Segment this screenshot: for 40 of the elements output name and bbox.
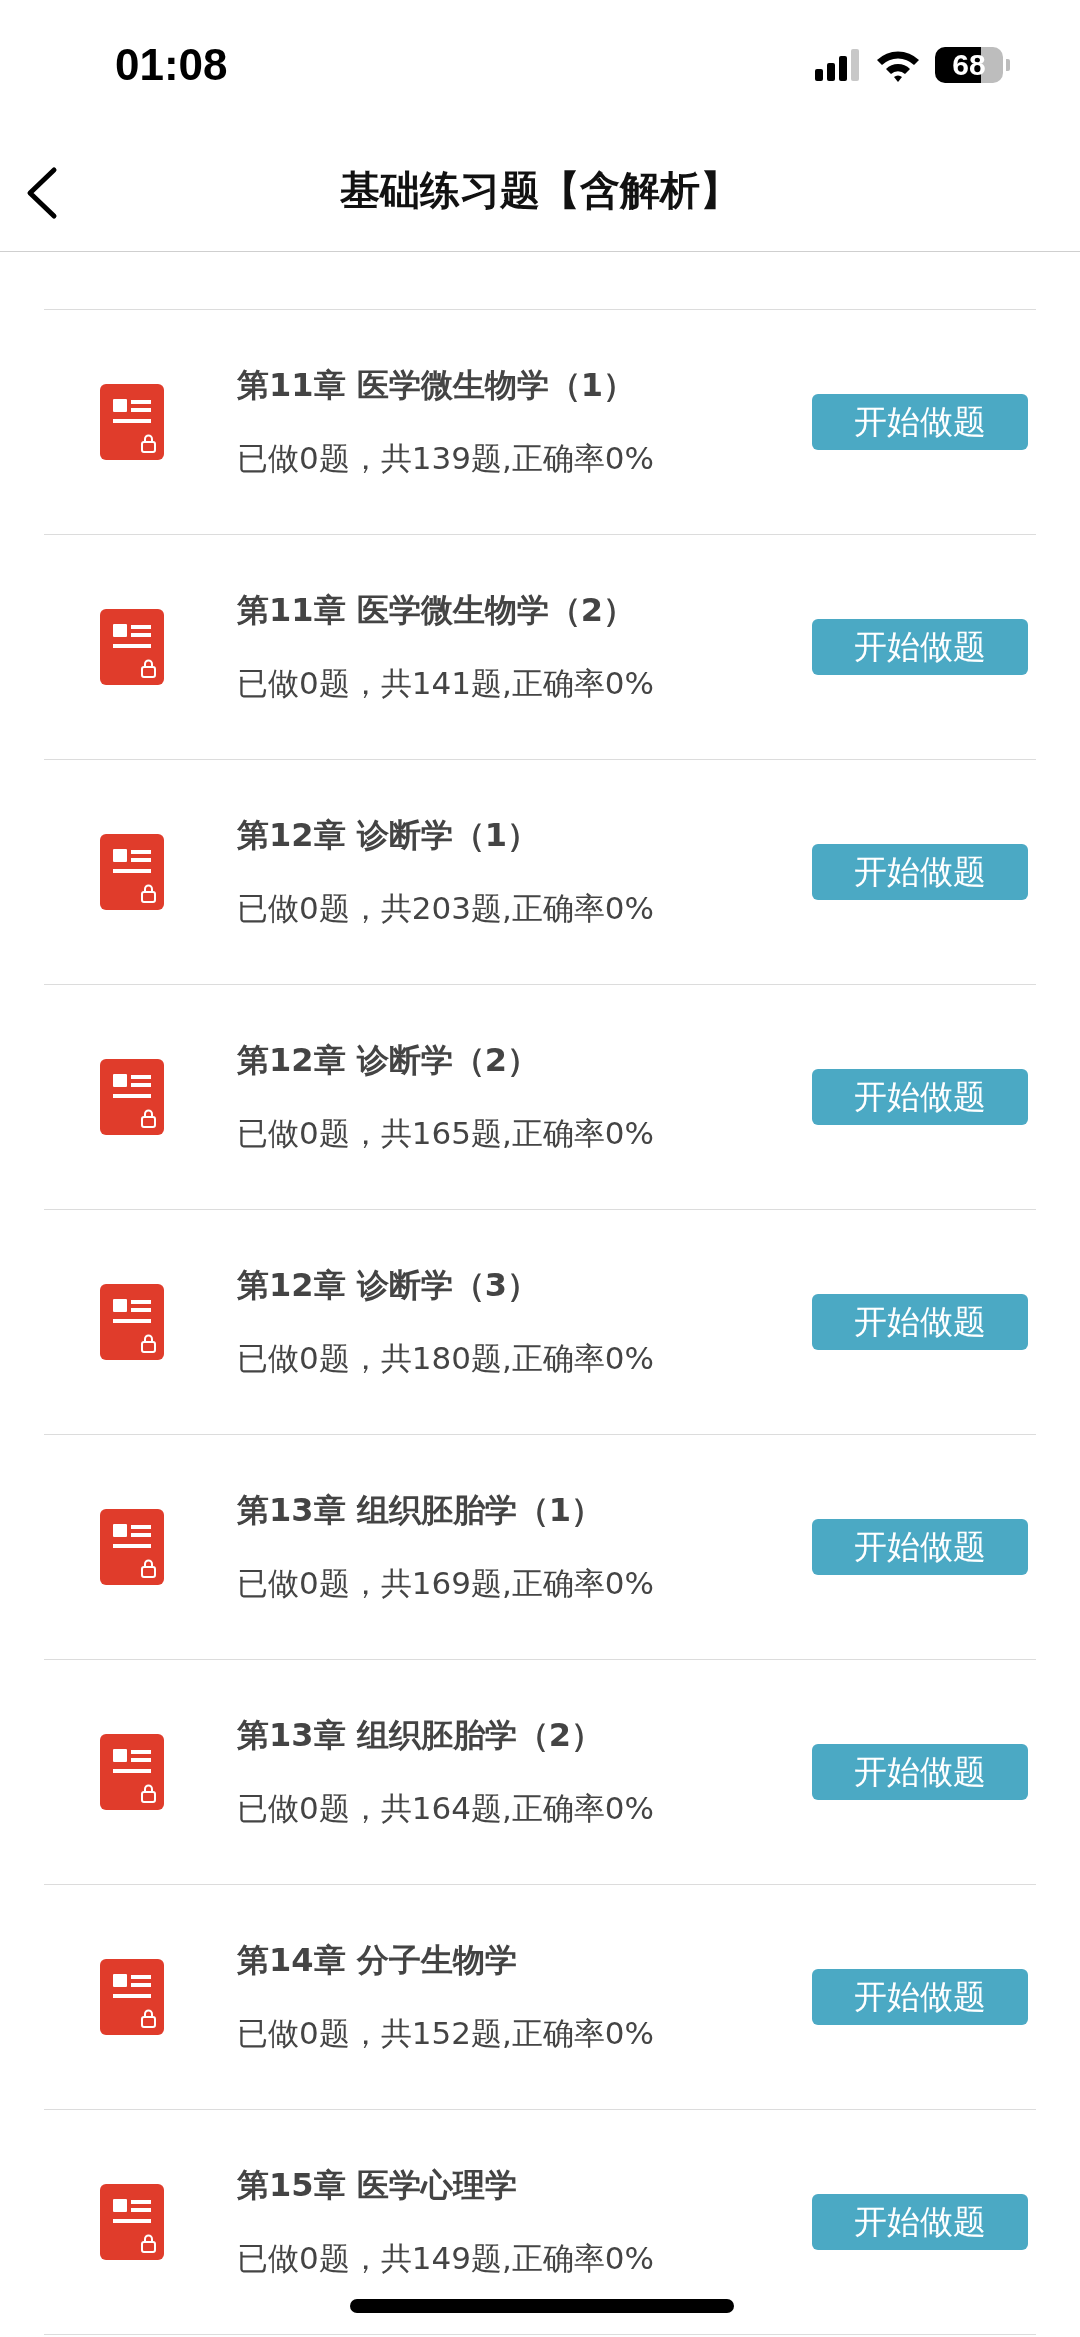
chapter-title: 第12章 诊断学（1）: [237, 815, 540, 856]
start-button[interactable]: 开始做题: [812, 844, 1028, 900]
document-icon: [100, 1284, 164, 1360]
chapter-title: 第12章 诊断学（2）: [237, 1040, 540, 1081]
chapter-title: 第11章 医学微生物学（2）: [237, 590, 636, 631]
chapter-title: 第12章 诊断学（3）: [237, 1265, 540, 1306]
chapter-title: 第13章 组织胚胎学（1）: [237, 1490, 604, 1531]
progress-text: 已做0题，共152题,正确率0%: [237, 2014, 655, 2053]
document-icon: [100, 1959, 164, 2035]
chapter-title: 第15章 医学心理学: [237, 2165, 518, 2206]
progress-text: 已做0题，共180题,正确率0%: [237, 1339, 655, 1378]
progress-text: 已做0题，共165题,正确率0%: [237, 1114, 655, 1153]
progress-text: 已做0题，共203题,正确率0%: [237, 889, 655, 928]
document-icon: [100, 384, 164, 460]
chapter-title: 第13章 组织胚胎学（2）: [237, 1715, 604, 1756]
progress-text: 已做0题，共139题,正确率0%: [237, 439, 655, 478]
start-button[interactable]: 开始做题: [812, 1519, 1028, 1575]
document-icon: [100, 2184, 164, 2260]
progress-text: 已做0题，共169题,正确率0%: [237, 1564, 655, 1603]
start-button[interactable]: 开始做题: [812, 394, 1028, 450]
start-button[interactable]: 开始做题: [812, 1069, 1028, 1125]
signal-icon: [815, 49, 861, 81]
chapter-title: 第11章 医学微生物学（1）: [237, 365, 636, 406]
wifi-icon: [875, 48, 921, 82]
start-button[interactable]: 开始做题: [812, 1969, 1028, 2025]
status-time: 01:08: [115, 40, 228, 90]
start-button[interactable]: 开始做题: [812, 1744, 1028, 1800]
start-button[interactable]: 开始做题: [812, 2194, 1028, 2250]
page-title: 基础练习题【含解析】: [340, 166, 740, 215]
start-button[interactable]: 开始做题: [812, 619, 1028, 675]
document-icon: [100, 1734, 164, 1810]
document-icon: [100, 1509, 164, 1585]
document-icon: [100, 1059, 164, 1135]
start-button[interactable]: 开始做题: [812, 1294, 1028, 1350]
progress-text: 已做0题，共164题,正确率0%: [237, 1789, 655, 1828]
progress-text: 已做0题，共149题,正确率0%: [237, 2239, 655, 2278]
progress-text: 已做0题，共141题,正确率0%: [237, 664, 655, 703]
document-icon: [100, 609, 164, 685]
document-icon: [100, 834, 164, 910]
chapter-title: 第14章 分子生物学: [237, 1940, 518, 1981]
